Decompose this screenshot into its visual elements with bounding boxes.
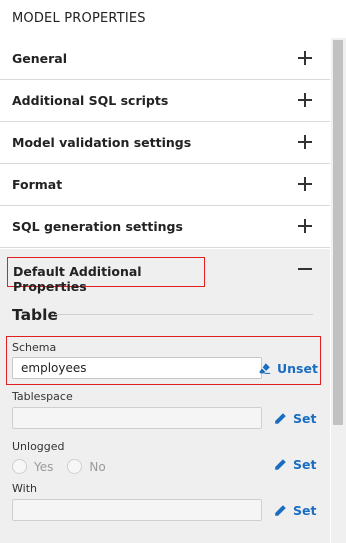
- set-label: Set: [293, 411, 317, 426]
- accordion-label: Additional SQL scripts: [12, 93, 169, 108]
- unset-label: Unset: [277, 361, 318, 376]
- unlogged-label: Unlogged: [12, 440, 65, 453]
- tablespace-input[interactable]: [12, 407, 262, 429]
- accordion-sql-scripts[interactable]: Additional SQL scripts: [0, 80, 330, 122]
- panel-title: MODEL PROPERTIES: [12, 11, 146, 26]
- pencil-icon: [275, 505, 286, 516]
- eraser-icon: [259, 363, 271, 374]
- accordion-label: SQL generation settings: [12, 219, 183, 234]
- with-input[interactable]: [12, 499, 262, 521]
- accordion-label: General: [12, 51, 67, 66]
- accordion-label: Format: [12, 177, 63, 192]
- accordion-label: Default Additional Properties: [13, 264, 142, 294]
- tablespace-set-button[interactable]: Set: [274, 411, 316, 426]
- section-title: Table: [12, 306, 58, 324]
- pencil-icon: [275, 413, 286, 424]
- radio-no[interactable]: [67, 459, 83, 474]
- plus-icon[interactable]: [298, 93, 312, 107]
- set-label: Set: [293, 503, 317, 518]
- properties-panel: General Additional SQL scripts Model val…: [0, 38, 330, 543]
- unlogged-set-button[interactable]: Set: [274, 457, 316, 472]
- with-label: With: [12, 482, 37, 495]
- accordion-default-properties: Default Additional Properties Table Sche…: [0, 249, 330, 543]
- plus-icon[interactable]: [298, 135, 312, 149]
- schema-input[interactable]: [12, 357, 262, 379]
- accordion-header-default-properties[interactable]: Default Additional Properties: [7, 257, 205, 294]
- radio-no-label: No: [89, 459, 106, 474]
- accordion-label: Model validation settings: [12, 135, 192, 150]
- set-label: Set: [293, 457, 317, 472]
- plus-icon[interactable]: [298, 51, 312, 65]
- accordion-format[interactable]: Format: [0, 164, 330, 206]
- scrollbar-thumb[interactable]: [333, 40, 343, 425]
- minus-icon[interactable]: [298, 268, 312, 270]
- pencil-icon: [275, 459, 286, 470]
- accordion-general[interactable]: General: [0, 38, 330, 80]
- plus-icon[interactable]: [298, 177, 312, 191]
- plus-icon[interactable]: [298, 219, 312, 233]
- radio-yes[interactable]: [12, 459, 27, 474]
- unlogged-radio-group: Yes No: [12, 459, 106, 474]
- radio-yes-label: Yes: [34, 459, 54, 474]
- section-divider: [55, 314, 313, 315]
- with-set-button[interactable]: Set: [274, 503, 316, 518]
- accordion-validation[interactable]: Model validation settings: [0, 122, 330, 164]
- schema-label: Schema: [12, 341, 57, 354]
- unset-button[interactable]: Unset: [258, 361, 318, 376]
- accordion-sql-generation[interactable]: SQL generation settings: [0, 206, 330, 248]
- tablespace-label: Tablespace: [12, 390, 73, 403]
